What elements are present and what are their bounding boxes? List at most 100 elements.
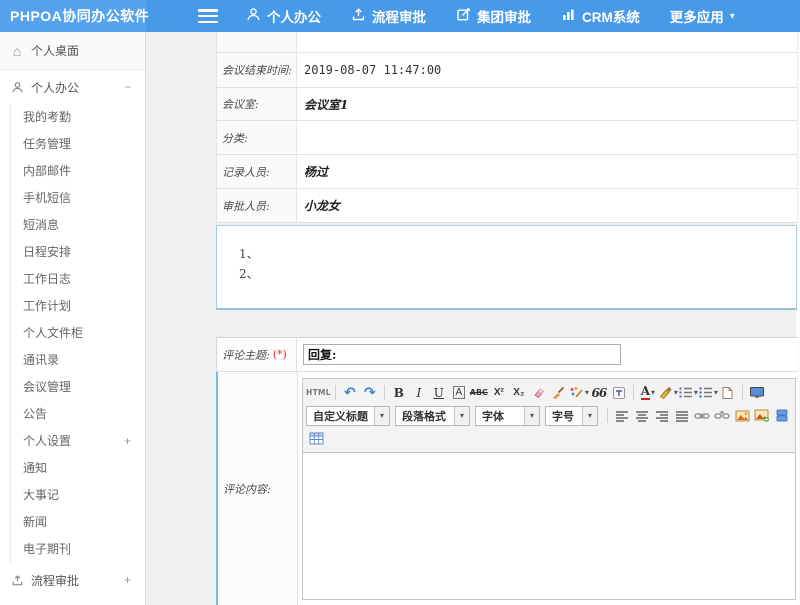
multi-image-upload-button[interactable] bbox=[752, 406, 772, 426]
home-icon: ⌂ bbox=[9, 43, 25, 59]
fullscreen-button[interactable] bbox=[747, 383, 767, 403]
font-name-button[interactable]: A bbox=[449, 383, 469, 403]
sidebar-item-file-cabinet[interactable]: 个人文件柜 bbox=[11, 320, 145, 347]
ordered-list-button[interactable]: ▾ bbox=[678, 383, 698, 403]
note-line: 1、 bbox=[239, 244, 796, 264]
toolbar-row-1: HTML ↶ ↷ B I U A ABC X² X₂ bbox=[306, 381, 792, 404]
upload-arrow-icon bbox=[351, 7, 372, 25]
comment-subject-label: 评论主题: bbox=[222, 347, 270, 363]
user-icon bbox=[9, 81, 25, 94]
bar-chart-icon bbox=[561, 7, 582, 25]
sidebar-item-short-message[interactable]: 短消息 bbox=[11, 212, 145, 239]
app-header: PHPOA协同办公软件 个人办公 流程审批 集团审批 CRM系统 更多应用 ▾ bbox=[0, 0, 800, 32]
sidebar-item-meeting-management[interactable]: 会议管理 bbox=[11, 374, 145, 401]
sidebar-item-memorabilia[interactable]: 大事记 bbox=[11, 482, 145, 509]
insert-link-button[interactable] bbox=[692, 406, 712, 426]
table-row-end-time: 会议结束时间: 2019-08-07 11:47:00 bbox=[217, 53, 797, 88]
strikethrough-button[interactable]: ABC bbox=[469, 383, 489, 403]
paragraph-format-select[interactable]: 段落格式▾ bbox=[395, 406, 470, 426]
menu-toggle-icon[interactable] bbox=[198, 9, 218, 23]
insert-table-button[interactable] bbox=[306, 429, 326, 449]
redo-button[interactable]: ↷ bbox=[360, 383, 380, 403]
workflow-icon bbox=[9, 574, 25, 587]
html-source-button[interactable]: HTML bbox=[306, 383, 331, 403]
superscript-button[interactable]: X² bbox=[489, 383, 509, 403]
sidebar-item-schedule[interactable]: 日程安排 bbox=[11, 239, 145, 266]
table-row-approver: 审批人员: 小龙女 bbox=[217, 189, 797, 223]
sidebar-item-news[interactable]: 新闻 bbox=[11, 509, 145, 536]
edit-square-icon bbox=[456, 7, 477, 25]
sidebar-item-notice[interactable]: 通知 bbox=[11, 455, 145, 482]
sidebar-item-announcement[interactable]: 公告 bbox=[11, 401, 145, 428]
sidebar-item-personal-settings[interactable]: 个人设置+ bbox=[11, 428, 145, 455]
highlight-color-button[interactable]: ▾ bbox=[658, 383, 678, 403]
bold-button[interactable]: B bbox=[389, 383, 409, 403]
main-content: 会议结束时间: 2019-08-07 11:47:00 会议室: 会议室1 分类… bbox=[146, 32, 800, 605]
align-right-button[interactable] bbox=[652, 406, 672, 426]
expand-icon[interactable]: + bbox=[124, 573, 135, 587]
nav-crm-system[interactable]: CRM系统 bbox=[561, 6, 640, 26]
sidebar-item-work-log[interactable]: 工作日志 bbox=[11, 266, 145, 293]
toolbar-row-3 bbox=[306, 427, 792, 450]
undo-button[interactable]: ↶ bbox=[340, 383, 360, 403]
note-line: 2、 bbox=[239, 264, 796, 284]
meeting-notes-box: 1、 2、 bbox=[216, 225, 797, 310]
font-family-select[interactable]: 字体▾ bbox=[475, 406, 540, 426]
table-row-recorder: 记录人员: 杨过 bbox=[217, 155, 797, 189]
person-icon bbox=[246, 7, 267, 25]
required-mark: (*) bbox=[273, 348, 287, 361]
insert-image-button[interactable] bbox=[732, 406, 752, 426]
paste-as-text-button[interactable] bbox=[609, 383, 629, 403]
sidebar-item-tasks[interactable]: 任务管理 bbox=[11, 131, 145, 158]
sidebar: ⌂ 个人桌面 个人办公 − 我的考勤 任务管理 内部邮件 手机短信 短消息 日程… bbox=[0, 32, 146, 605]
top-navigation: 个人办公 流程审批 集团审批 CRM系统 更多应用 ▾ bbox=[246, 6, 765, 26]
caret-down-icon: ▾ bbox=[730, 11, 735, 22]
sidebar-item-contacts[interactable]: 通讯录 bbox=[11, 347, 145, 374]
editor-content-area[interactable] bbox=[303, 453, 795, 599]
nav-workflow-approval[interactable]: 流程审批 bbox=[351, 6, 426, 26]
nav-group-approval[interactable]: 集团审批 bbox=[456, 6, 531, 26]
comment-subject-row: 评论主题: (*) bbox=[216, 338, 798, 372]
align-left-button[interactable] bbox=[612, 406, 632, 426]
insert-media-button[interactable] bbox=[772, 406, 792, 426]
custom-heading-select[interactable]: 自定义标题▾ bbox=[306, 406, 390, 426]
unordered-list-button[interactable]: ▾ bbox=[698, 383, 718, 403]
comment-form-table: 评论主题: (*) 评论内容: HTML ↶ ↷ bbox=[216, 337, 798, 605]
underline-button[interactable]: U bbox=[429, 383, 449, 403]
sidebar-item-work-plan[interactable]: 工作计划 bbox=[11, 293, 145, 320]
sidebar-item-sms[interactable]: 手机短信 bbox=[11, 185, 145, 212]
sidebar-item-attendance[interactable]: 我的考勤 bbox=[11, 104, 145, 131]
italic-button[interactable]: I bbox=[409, 383, 429, 403]
quick-format-button[interactable]: ▾ bbox=[569, 383, 589, 403]
sidebar-item-e-journal[interactable]: 电子期刊 bbox=[11, 536, 145, 563]
app-logo[interactable]: PHPOA协同办公软件 bbox=[0, 0, 146, 32]
comment-content-label: 评论内容: bbox=[218, 372, 298, 605]
editor-toolbar: HTML ↶ ↷ B I U A ABC X² X₂ bbox=[303, 379, 795, 453]
nav-more-apps[interactable]: 更多应用 ▾ bbox=[670, 6, 735, 26]
toolbar-row-2: 自定义标题▾ 段落格式▾ 字体▾ 字号▾ bbox=[306, 404, 792, 427]
remove-link-button[interactable] bbox=[712, 406, 732, 426]
blockquote-button[interactable]: 66 bbox=[589, 383, 609, 403]
font-size-select[interactable]: 字号▾ bbox=[545, 406, 598, 426]
sidebar-item-desktop[interactable]: ⌂ 个人桌面 bbox=[0, 32, 145, 70]
nav-personal-office[interactable]: 个人办公 bbox=[246, 6, 321, 26]
collapse-icon[interactable]: − bbox=[124, 80, 135, 94]
rich-text-editor: HTML ↶ ↷ B I U A ABC X² X₂ bbox=[302, 378, 796, 600]
comment-subject-input[interactable] bbox=[303, 344, 621, 365]
table-row-partial bbox=[217, 32, 797, 53]
comment-content-row: 评论内容: HTML ↶ ↷ B I U bbox=[216, 372, 798, 605]
format-brush-button[interactable] bbox=[549, 383, 569, 403]
align-center-button[interactable] bbox=[632, 406, 652, 426]
subscript-button[interactable]: X₂ bbox=[509, 383, 529, 403]
sidebar-item-internal-mail[interactable]: 内部邮件 bbox=[11, 158, 145, 185]
caret-down-icon: ▾ bbox=[524, 407, 539, 425]
personal-office-submenu: 我的考勤 任务管理 内部邮件 手机短信 短消息 日程安排 工作日志 工作计划 个… bbox=[10, 104, 145, 563]
sidebar-item-workflow-approval[interactable]: 流程审批 + bbox=[0, 563, 145, 597]
meeting-info-table: 会议结束时间: 2019-08-07 11:47:00 会议室: 会议室1 分类… bbox=[216, 32, 798, 223]
sidebar-item-personal-office[interactable]: 个人办公 − bbox=[0, 70, 145, 104]
align-justify-button[interactable] bbox=[672, 406, 692, 426]
font-color-button[interactable]: A▾ bbox=[638, 383, 658, 403]
new-page-button[interactable] bbox=[718, 383, 738, 403]
expand-icon[interactable]: + bbox=[124, 428, 145, 455]
eraser-remove-format-button[interactable] bbox=[529, 383, 549, 403]
